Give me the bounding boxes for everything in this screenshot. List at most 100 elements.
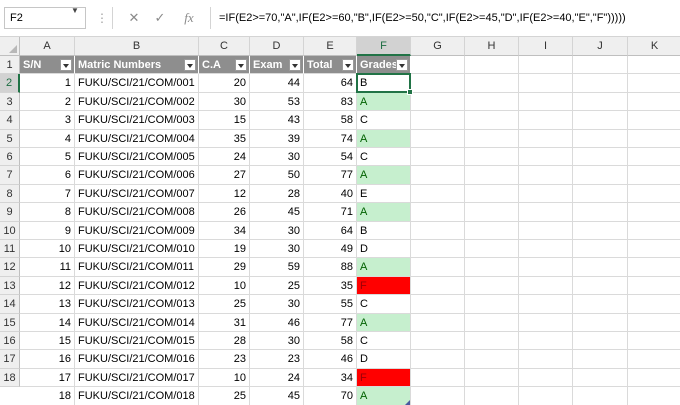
empty-cell[interactable] [519, 276, 573, 296]
empty-cell[interactable] [411, 203, 465, 222]
empty-cell[interactable] [465, 111, 519, 130]
empty-cell[interactable] [573, 74, 628, 93]
empty-cell[interactable] [573, 221, 628, 240]
empty-cell[interactable] [573, 92, 628, 112]
sn-cell[interactable]: 16 [20, 350, 75, 369]
empty-cell[interactable] [628, 258, 680, 277]
exam-cell[interactable]: 53 [250, 92, 304, 112]
grade-cell[interactable]: C [357, 332, 411, 351]
matric-number-cell[interactable]: FUKU/SCI/21/COM/016 [75, 350, 199, 369]
column-header-j[interactable]: J [573, 37, 628, 56]
total-cell[interactable]: 83 [304, 92, 357, 112]
empty-cell[interactable] [411, 111, 465, 130]
grade-cell[interactable]: B [357, 74, 411, 93]
empty-cell[interactable] [628, 166, 680, 185]
empty-cell[interactable] [573, 332, 628, 351]
empty-cell[interactable] [573, 111, 628, 130]
table-header-cell[interactable]: Grades [357, 56, 411, 75]
filter-dropdown-icon[interactable] [396, 59, 408, 71]
empty-cell[interactable] [573, 313, 628, 332]
empty-cell[interactable] [573, 295, 628, 314]
empty-cell[interactable] [465, 203, 519, 222]
exam-cell[interactable]: 46 [250, 313, 304, 332]
row-header-3[interactable]: 3 [0, 92, 20, 112]
empty-cell[interactable] [573, 350, 628, 369]
ca-cell[interactable]: 26 [199, 203, 250, 222]
sn-cell[interactable]: 9 [20, 221, 75, 240]
empty-cell[interactable] [628, 240, 680, 259]
column-header-b[interactable]: B [75, 37, 199, 56]
matric-number-cell[interactable]: FUKU/SCI/21/COM/001 [75, 74, 199, 93]
total-cell[interactable]: 35 [304, 276, 357, 296]
row-header-6[interactable]: 6 [0, 148, 20, 167]
empty-cell[interactable] [628, 314, 680, 332]
matric-number-cell[interactable]: FUKU/SCI/21/COM/004 [75, 129, 199, 148]
empty-cell[interactable] [628, 148, 680, 167]
ca-cell[interactable]: 20 [199, 74, 250, 93]
exam-cell[interactable]: 30 [250, 295, 304, 314]
sn-cell[interactable]: 4 [20, 129, 75, 148]
empty-cell[interactable] [411, 387, 465, 405]
sn-cell[interactable]: 13 [20, 295, 75, 314]
empty-cell[interactable] [465, 74, 519, 93]
row-header-7[interactable]: 7 [0, 166, 20, 185]
row-header-10[interactable]: 10 [0, 221, 20, 240]
empty-cell[interactable] [519, 368, 573, 388]
formula-input[interactable]: =IF(E2>=70,"A",IF(E2>=60,"B",IF(E2>=50,"… [210, 7, 676, 29]
select-all-button[interactable] [0, 37, 20, 56]
column-header-d[interactable]: D [250, 37, 304, 56]
filter-dropdown-icon[interactable] [342, 59, 354, 71]
empty-cell[interactable] [411, 56, 465, 75]
empty-cell[interactable] [573, 368, 628, 388]
empty-cell[interactable] [411, 92, 465, 112]
empty-cell[interactable] [573, 129, 628, 148]
ca-cell[interactable]: 12 [199, 184, 250, 204]
empty-cell[interactable] [628, 111, 680, 130]
column-header-h[interactable]: H [465, 37, 519, 56]
ca-cell[interactable]: 10 [199, 368, 250, 388]
total-cell[interactable]: 77 [304, 313, 357, 332]
sn-cell[interactable]: 1 [20, 74, 75, 93]
ca-cell[interactable]: 30 [199, 92, 250, 112]
grade-cell[interactable]: A [357, 203, 411, 222]
row-header-9[interactable]: 9 [0, 203, 20, 222]
matric-number-cell[interactable]: FUKU/SCI/21/COM/012 [75, 276, 199, 296]
ca-cell[interactable]: 27 [199, 166, 250, 185]
total-cell[interactable]: 58 [304, 332, 357, 351]
column-header-k[interactable]: K [628, 37, 680, 56]
grade-cell[interactable]: A [357, 258, 411, 277]
empty-cell[interactable] [465, 148, 519, 167]
empty-cell[interactable] [411, 313, 465, 332]
row-header-5[interactable]: 5 [0, 129, 20, 148]
empty-cell[interactable] [519, 350, 573, 369]
empty-cell[interactable] [519, 313, 573, 332]
exam-cell[interactable]: 30 [250, 221, 304, 240]
empty-cell[interactable] [519, 92, 573, 112]
table-resize-handle[interactable] [405, 399, 410, 405]
total-cell[interactable]: 58 [304, 111, 357, 130]
ca-cell[interactable]: 24 [199, 148, 250, 167]
row-header-18[interactable]: 18 [0, 368, 20, 388]
grade-cell[interactable]: A [357, 166, 411, 185]
empty-cell[interactable] [628, 295, 680, 314]
exam-cell[interactable]: 43 [250, 111, 304, 130]
empty-cell[interactable] [465, 258, 519, 277]
matric-number-cell[interactable]: FUKU/SCI/21/COM/011 [75, 258, 199, 277]
total-cell[interactable]: 46 [304, 350, 357, 369]
empty-cell[interactable] [465, 368, 519, 388]
ca-cell[interactable]: 28 [199, 332, 250, 351]
sn-cell[interactable]: 6 [20, 166, 75, 185]
exam-cell[interactable]: 45 [250, 387, 304, 405]
table-header-cell[interactable]: Exam [250, 56, 304, 75]
total-cell[interactable]: 34 [304, 368, 357, 388]
sn-cell[interactable]: 12 [20, 276, 75, 296]
empty-cell[interactable] [411, 295, 465, 314]
empty-cell[interactable] [465, 92, 519, 112]
row-header-17[interactable]: 17 [0, 350, 20, 369]
table-header-cell[interactable]: Total [304, 56, 357, 75]
empty-cell[interactable] [573, 240, 628, 259]
empty-cell[interactable] [411, 276, 465, 296]
empty-cell[interactable] [519, 332, 573, 351]
column-header-a[interactable]: A [20, 37, 75, 56]
empty-cell[interactable] [411, 184, 465, 204]
